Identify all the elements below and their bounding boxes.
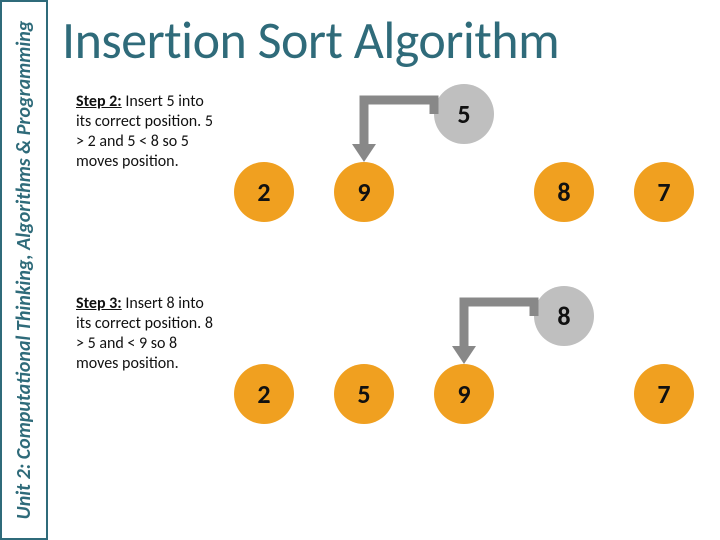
- main-content: Insertion Sort Algorithm Step 2: Insert …: [48, 0, 720, 540]
- step-3-label: Step 3:: [76, 294, 122, 313]
- step-3-slot-0: 2: [234, 364, 294, 424]
- step-2-slot-4: 7: [634, 162, 694, 222]
- step-3-floating-value: 8: [557, 300, 570, 332]
- sidebar-unit-label: Unit 2: Computational Thinking, Algorith…: [12, 21, 36, 520]
- step-3-floating-element: 8: [534, 286, 594, 346]
- step-3-slot-4: 7: [634, 364, 694, 424]
- step-3-array-row: 2 5 9 7: [234, 364, 694, 424]
- step-block-3: Step 3: Insert 8 into its correct positi…: [64, 286, 704, 476]
- page-title: Insertion Sort Algorithm: [62, 8, 704, 72]
- step-2-label: Step 2:: [76, 92, 122, 111]
- step-2-array-row: 2 9 8 7: [234, 162, 694, 222]
- step-2-slot-1: 9: [334, 162, 394, 222]
- step-2-insert-arrow-icon: [352, 94, 442, 164]
- sidebar: Unit 2: Computational Thinking, Algorith…: [0, 0, 48, 540]
- step-3-slot-3-gap: [534, 364, 594, 424]
- step-2-floating-element: 5: [434, 84, 494, 144]
- step-2-slot-3: 8: [534, 162, 594, 222]
- step-3-slot-1: 5: [334, 364, 394, 424]
- step-2-slot-2-gap: [434, 162, 494, 222]
- step-2-floating-value: 5: [457, 98, 470, 130]
- step-3-insert-arrow-icon: [452, 296, 542, 366]
- step-2-slot-0: 2: [234, 162, 294, 222]
- step-2-description: Step 2: Insert 5 into its correct positi…: [76, 92, 216, 172]
- step-3-slot-2: 9: [434, 364, 494, 424]
- step-3-description: Step 3: Insert 8 into its correct positi…: [76, 294, 216, 374]
- step-block-2: Step 2: Insert 5 into its correct positi…: [64, 84, 704, 274]
